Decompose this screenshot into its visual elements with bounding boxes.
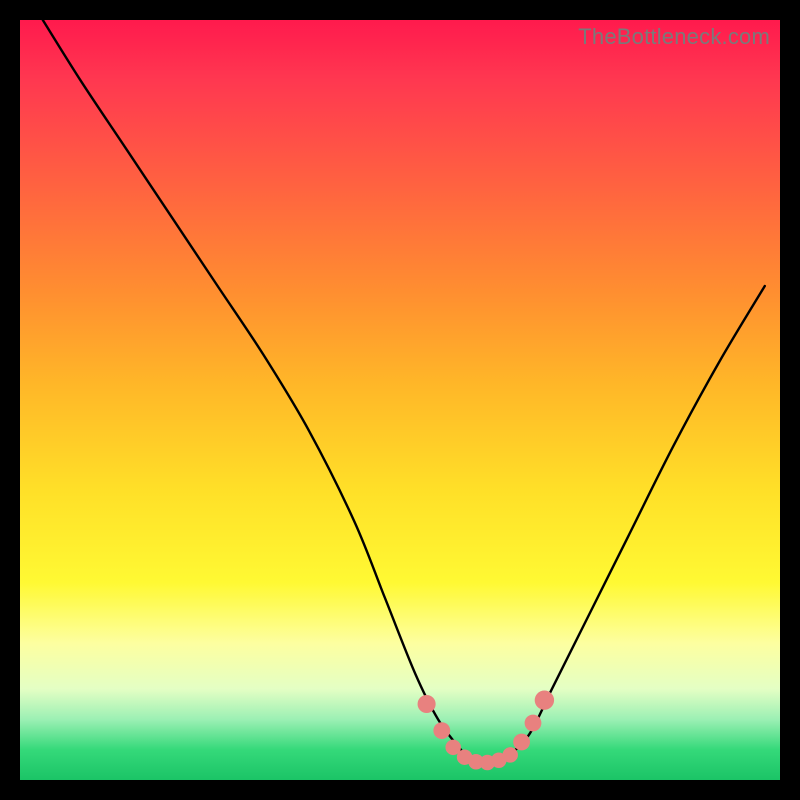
chart-frame: TheBottleneck.com	[0, 0, 800, 800]
curve-marker	[535, 691, 554, 710]
curve-marker	[418, 695, 436, 713]
curve-marker	[513, 734, 530, 751]
plot-area: TheBottleneck.com	[20, 20, 780, 780]
chart-svg	[20, 20, 780, 780]
curve-marker	[433, 722, 450, 739]
curve-marker	[525, 715, 542, 732]
curve-marker	[502, 747, 518, 763]
bottleneck-curve	[43, 20, 765, 766]
curve-markers	[418, 691, 555, 771]
